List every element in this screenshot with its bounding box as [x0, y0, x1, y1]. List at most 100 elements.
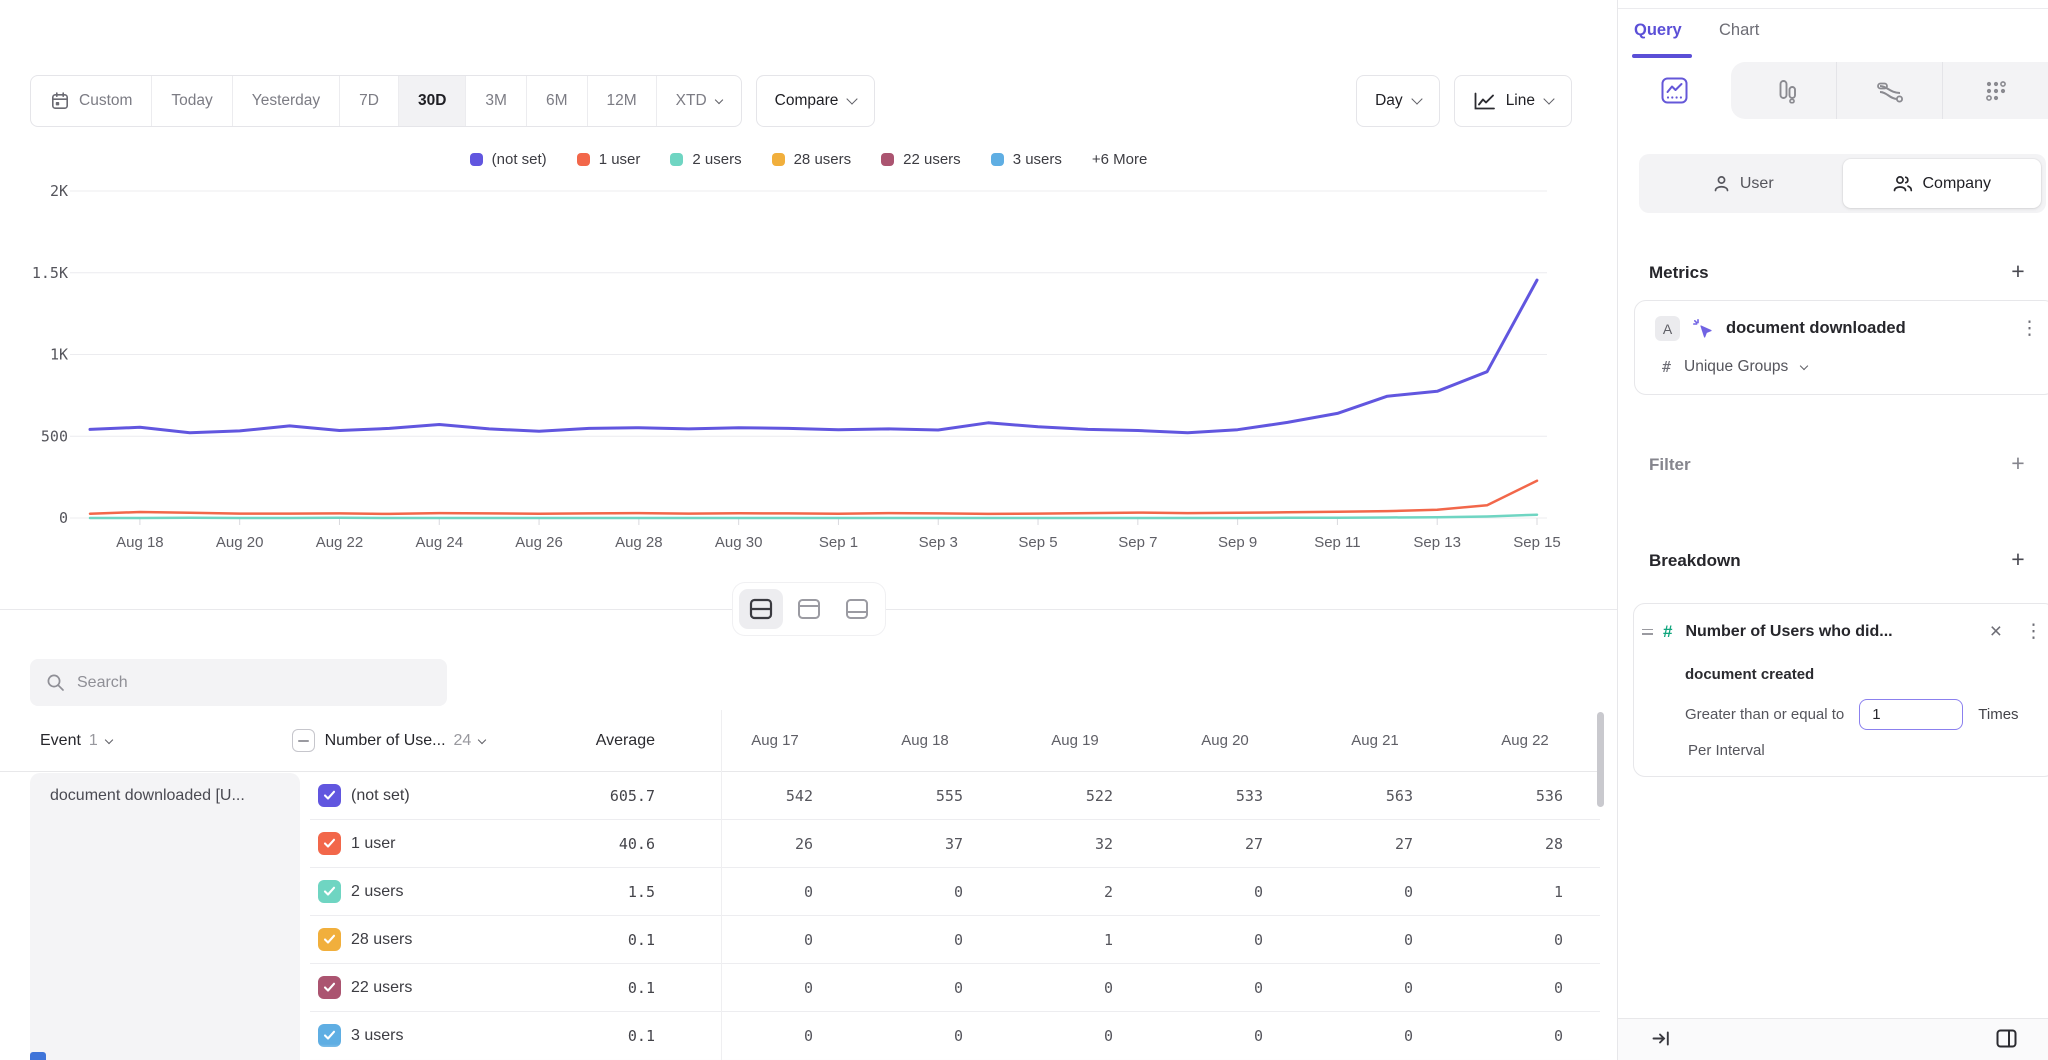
compare-button[interactable]: Compare: [756, 75, 876, 127]
collapse-panel-icon[interactable]: [1651, 1028, 1672, 1049]
table-row[interactable]: 1 user40.6263732272728: [310, 820, 1600, 868]
tab-chart[interactable]: Chart: [1719, 21, 1759, 40]
search-input[interactable]: [77, 674, 431, 692]
series-column-header[interactable]: Number of Use... 24: [325, 732, 505, 750]
date-column-header[interactable]: Aug 18: [850, 732, 1000, 749]
row-checkbox[interactable]: [318, 784, 341, 807]
breakdown-menu-icon[interactable]: ⋮: [2024, 622, 2043, 641]
svg-text:Aug 28: Aug 28: [615, 534, 663, 551]
bar-chart-icon: [1771, 78, 1797, 104]
metric-measure[interactable]: Unique Groups: [1684, 358, 1788, 376]
legend-item[interactable]: 28 users: [772, 151, 852, 168]
row-checkbox[interactable]: [318, 976, 341, 999]
date-range-custom[interactable]: Custom: [31, 76, 151, 126]
chevron-down-icon: [1543, 93, 1554, 104]
date-range-30d[interactable]: 30D: [398, 76, 465, 126]
date-column-header[interactable]: Aug 17: [700, 732, 850, 749]
interval-button[interactable]: Day: [1356, 75, 1440, 127]
toggle-company[interactable]: Company: [1843, 159, 2042, 208]
date-column-header[interactable]: Aug 20: [1150, 732, 1300, 749]
search-box: [30, 659, 447, 706]
event-column-header[interactable]: Event 1: [0, 732, 284, 750]
chart-type-button[interactable]: Line: [1454, 75, 1572, 127]
legend-label: 1 user: [599, 151, 641, 168]
row-checkbox[interactable]: [318, 832, 341, 855]
calendar-icon: [50, 91, 70, 111]
legend-item[interactable]: +6 More: [1092, 151, 1147, 168]
date-range-12m[interactable]: 12M: [587, 76, 656, 126]
row-value: 0: [1000, 979, 1150, 997]
row-checkbox[interactable]: [318, 928, 341, 951]
layout-chart-focus-button[interactable]: [787, 589, 831, 629]
row-value: 2: [1000, 883, 1150, 901]
add-filter-button[interactable]: +: [2006, 452, 2030, 475]
layout-table-focus-button[interactable]: [835, 589, 879, 629]
table-row[interactable]: 2 users1.5002001: [310, 868, 1600, 916]
legend-label: 3 users: [1013, 151, 1062, 168]
compare-label: Compare: [775, 92, 839, 110]
side-panel-icon[interactable]: [1995, 1027, 2018, 1050]
select-all-checkbox[interactable]: [292, 729, 315, 752]
layout-toggle-wrap: [0, 583, 1617, 635]
legend-item[interactable]: (not set): [470, 151, 547, 168]
date-range-xtd[interactable]: XTD: [656, 76, 741, 126]
date-range-3m[interactable]: 3M: [465, 76, 526, 126]
legend-item[interactable]: 3 users: [991, 151, 1062, 168]
chart-type-flow-tab[interactable]: [1836, 62, 1942, 119]
event-name-cell[interactable]: document downloaded [U...: [30, 773, 300, 1060]
table-row[interactable]: 28 users0.1001000: [310, 916, 1600, 964]
date-range-today[interactable]: Today: [151, 76, 231, 126]
times-label: Times: [1978, 706, 2018, 723]
breakdown-event[interactable]: document created: [1685, 666, 1814, 683]
date-column-header[interactable]: Aug 22: [1450, 732, 1600, 749]
table-row[interactable]: 3 users0.1000000: [310, 1012, 1600, 1060]
layout-split-button[interactable]: [739, 589, 783, 629]
chart-type-bar-tab[interactable]: [1731, 62, 1836, 119]
close-icon[interactable]: ×: [1990, 621, 2002, 642]
toggle-company-label: Company: [1923, 175, 1991, 193]
table-row[interactable]: (not set)605.7542555522533563536: [310, 772, 1600, 820]
svg-text:Aug 26: Aug 26: [515, 534, 563, 551]
add-metric-button[interactable]: +: [2006, 260, 2030, 283]
metric-card[interactable]: A document downloaded ⋮ # Unique Groups: [1634, 300, 2048, 395]
row-label: 1 user: [351, 835, 505, 853]
line-chart[interactable]: 05001K1.5K2KAug 18Aug 20Aug 22Aug 24Aug …: [0, 170, 1617, 560]
date-range-label: 12M: [607, 92, 637, 110]
date-range-6m[interactable]: 6M: [526, 76, 587, 126]
chart-toolbar: CustomTodayYesterday7D30D3M6M 12M XTD Comp…: [30, 75, 1572, 127]
legend-label: +6 More: [1092, 151, 1147, 168]
number-property-icon: #: [1663, 622, 1672, 642]
date-range-7d[interactable]: 7D: [339, 76, 398, 126]
chart-type-line-tab[interactable]: [1618, 62, 1731, 119]
row-value: 27: [1300, 835, 1450, 853]
date-column-header[interactable]: Aug 21: [1300, 732, 1450, 749]
per-interval-label: Per Interval: [1688, 742, 1765, 759]
row-checkbox[interactable]: [318, 1024, 341, 1047]
row-value: 0: [850, 931, 1000, 949]
table-scrollbar[interactable]: [1597, 712, 1604, 807]
tab-query[interactable]: Query: [1634, 21, 1682, 40]
row-average: 1.5: [505, 883, 700, 901]
breakdown-card-header: # Number of Users who did... × ⋮: [1642, 621, 2043, 642]
metric-menu-icon[interactable]: ⋮: [2020, 319, 2039, 338]
drag-handle-icon[interactable]: [1642, 629, 1653, 635]
toggle-user[interactable]: User: [1644, 159, 1843, 208]
row-average: 40.6: [505, 835, 700, 853]
event-col-label: Event: [40, 732, 81, 750]
breakdown-card[interactable]: # Number of Users who did... × ⋮ documen…: [1633, 603, 2048, 777]
date-column-header[interactable]: Aug 19: [1000, 732, 1150, 749]
times-value-input[interactable]: [1859, 699, 1963, 730]
series-col-count: 24: [454, 732, 472, 750]
add-breakdown-button[interactable]: +: [2006, 548, 2030, 571]
table-row[interactable]: 22 users0.1000000: [310, 964, 1600, 1012]
svg-text:1K: 1K: [50, 346, 68, 364]
legend-item[interactable]: 22 users: [881, 151, 961, 168]
legend-item[interactable]: 2 users: [670, 151, 741, 168]
legend-item[interactable]: 1 user: [577, 151, 641, 168]
row-checkbox[interactable]: [318, 880, 341, 903]
date-range-yesterday[interactable]: Yesterday: [232, 76, 339, 126]
svg-text:Sep 1: Sep 1: [819, 534, 858, 551]
chart-type-more-tab[interactable]: [1942, 62, 2048, 119]
row-value: 26: [700, 835, 850, 853]
legend-swatch: [670, 153, 683, 166]
